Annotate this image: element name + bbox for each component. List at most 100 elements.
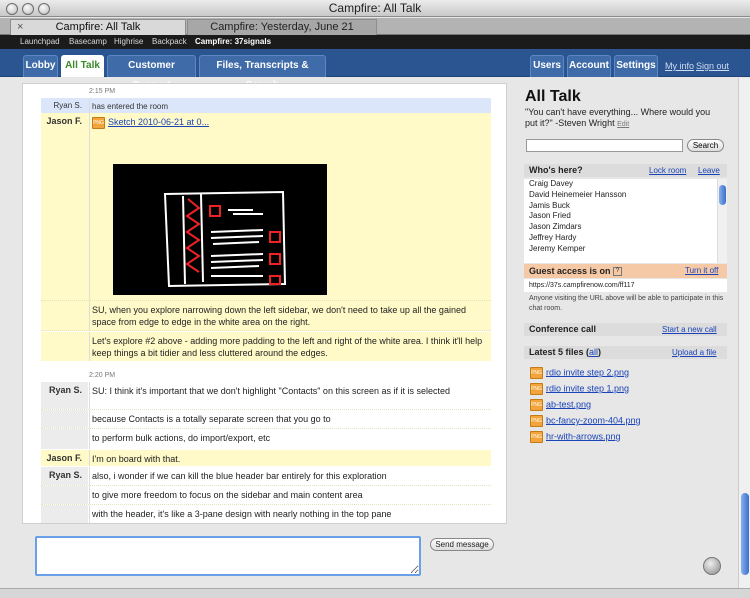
message-author-blank xyxy=(41,505,88,523)
guest-access-title: Guest access is on xyxy=(529,266,611,276)
search-button[interactable]: Search xyxy=(687,139,724,152)
message-input[interactable] xyxy=(35,536,421,576)
png-file-icon: PNG xyxy=(530,367,543,379)
zoom-icon[interactable] xyxy=(38,3,50,15)
file-name[interactable]: rdio invite step 2.png xyxy=(546,367,629,377)
png-file-icon: PNG xyxy=(92,116,105,129)
guest-url[interactable]: https://37s.campfirenow.com/ff117 xyxy=(524,279,727,292)
room-topic: "You can't have everything... Where woul… xyxy=(525,107,725,130)
search-input[interactable] xyxy=(526,139,683,152)
link-highrise[interactable]: Highrise xyxy=(114,35,143,49)
message-text: to perform bulk actions, do import/expor… xyxy=(89,429,491,449)
conference-call-header: Conference call Start a new call xyxy=(524,323,727,336)
turn-off-guest-link[interactable]: Turn it off xyxy=(685,264,718,278)
participant: Jeremy Kemper xyxy=(529,243,586,253)
timestamp: 2:20 PM xyxy=(89,372,116,379)
latest-files-paren: ) xyxy=(598,347,602,357)
message-author: Jason F. xyxy=(41,450,88,466)
browser-tab-label: Campfire: Yesterday, June 21 xyxy=(210,21,354,33)
status-bar xyxy=(0,588,750,598)
all-files-link[interactable]: all xyxy=(589,347,598,357)
tab-files-transcripts-search[interactable]: Files, Transcripts & Search xyxy=(199,55,326,91)
participant: Jeffrey Hardy xyxy=(529,232,577,242)
file-item[interactable]: PNG hr-with-arrows.png xyxy=(530,431,621,443)
tab-customer-support[interactable]: Customer Support xyxy=(107,55,196,91)
tab-account[interactable]: Account xyxy=(567,55,611,77)
tab-lobby[interactable]: Lobby xyxy=(23,55,58,77)
browser-window: Campfire: All Talk × Campfire: All Talk … xyxy=(0,0,750,598)
link-basecamp[interactable]: Basecamp xyxy=(69,35,107,49)
latest-files-title: Latest 5 files ( xyxy=(529,347,590,357)
send-message-button[interactable]: Send message xyxy=(430,538,494,551)
file-name[interactable]: rdio invite step 1.png xyxy=(546,383,629,393)
account-bar: Launchpad Basecamp Highrise Backpack Cam… xyxy=(0,35,750,49)
page-scrollbar[interactable] xyxy=(738,78,750,588)
close-tab-icon[interactable]: × xyxy=(17,20,23,35)
scroll-thumb[interactable] xyxy=(741,493,749,575)
latest-files-header: Latest 5 files (all) Upload a file xyxy=(524,346,727,359)
tab-users[interactable]: Users xyxy=(530,55,564,77)
png-file-icon: PNG xyxy=(530,431,543,443)
lock-room-link[interactable]: Lock room xyxy=(649,164,686,177)
message: Ryan S. SU: I think it's important that … xyxy=(41,382,491,410)
browser-tab-yesterday[interactable]: Campfire: Yesterday, June 21 xyxy=(187,19,377,35)
whos-here-title: Who's here? xyxy=(529,165,583,175)
participant: Jason Fried xyxy=(529,211,571,221)
message-text: Let's explore #2 above - adding more pad… xyxy=(89,332,491,361)
start-call-link[interactable]: Start a new call xyxy=(662,323,717,336)
sidebar: All Talk "You can't have everything... W… xyxy=(520,78,730,598)
message-author: Ryan S. xyxy=(41,382,88,409)
close-icon[interactable] xyxy=(6,3,18,15)
upload-file-link[interactable]: Upload a file xyxy=(672,346,716,359)
file-item[interactable]: PNG rdio invite step 2.png xyxy=(530,367,629,379)
file-item[interactable]: PNG rdio invite step 1.png xyxy=(530,383,629,395)
file-name[interactable]: hr-with-arrows.png xyxy=(546,431,621,441)
scroll-thumb[interactable] xyxy=(719,185,726,205)
sign-out-link[interactable]: Sign out xyxy=(696,61,729,71)
link-launchpad[interactable]: Launchpad xyxy=(20,35,60,49)
tab-settings[interactable]: Settings xyxy=(614,55,658,77)
message-text: with the header, it's like a 3-pane desi… xyxy=(89,505,491,523)
participant-list[interactable]: Craig Davey David Heinemeier Hansson Jam… xyxy=(524,179,727,263)
message-author-blank xyxy=(41,332,88,361)
participant-scrollbar[interactable] xyxy=(717,179,727,263)
browser-tab-all-talk[interactable]: × Campfire: All Talk xyxy=(10,19,186,35)
link-backpack[interactable]: Backpack xyxy=(152,35,187,49)
browser-tab-label: Campfire: All Talk xyxy=(55,21,141,33)
message: Let's explore #2 above - adding more pad… xyxy=(41,332,491,361)
file-name[interactable]: bc-fancy-zoom-404.png xyxy=(546,415,641,425)
message: to perform bulk actions, do import/expor… xyxy=(41,429,491,449)
message: SU, when you explore narrowing down the … xyxy=(41,301,491,331)
message-text: to give more freedom to focus on the sid… xyxy=(89,486,491,504)
message-author-blank xyxy=(41,301,88,330)
chat-transcript[interactable]: 2:15 PM Ryan S. has entered the room Jas… xyxy=(22,83,507,524)
link-campfire[interactable]: Campfire: 37signals xyxy=(195,35,271,49)
leave-link[interactable]: Leave xyxy=(698,164,720,177)
participant: David Heinemeier Hansson xyxy=(529,189,627,199)
tab-all-talk[interactable]: All Talk xyxy=(61,55,104,77)
sketch-drawing xyxy=(163,190,287,288)
file-link[interactable]: Sketch 2010-06-21 at 0... xyxy=(108,117,209,127)
file-item[interactable]: PNG bc-fancy-zoom-404.png xyxy=(530,415,641,427)
room-title: All Talk xyxy=(525,88,581,105)
file-item[interactable]: PNG ab-test.png xyxy=(530,399,591,411)
browser-tab-bar: × Campfire: All Talk Campfire: Yesterday… xyxy=(0,18,750,35)
edit-topic-link[interactable]: Edit xyxy=(617,121,629,128)
guest-access-header: Guest access is on ? Turn it off xyxy=(524,264,727,278)
sketch-image[interactable] xyxy=(113,164,327,295)
my-info-link[interactable]: My info xyxy=(665,61,694,71)
message: to give more freedom to focus on the sid… xyxy=(41,486,491,505)
help-icon[interactable]: ? xyxy=(613,267,623,277)
message-text: I'm on board with that. xyxy=(89,450,491,466)
participant: Jamis Buck xyxy=(529,200,570,210)
message-text: SU: I think it's important that we don't… xyxy=(89,382,491,409)
whos-here-header: Who's here? Lock room Leave xyxy=(524,164,727,177)
message-author: Ryan S. xyxy=(41,467,88,485)
message-upload: Jason F. PNG Sketch 2010-06-21 at 0... xyxy=(41,113,491,301)
title-bar: Campfire: All Talk xyxy=(0,0,750,17)
png-file-icon: PNG xyxy=(530,399,543,411)
participant: Jason Zimdars xyxy=(529,222,582,232)
file-name[interactable]: ab-test.png xyxy=(546,399,591,409)
message: Ryan S. also, i wonder if we can kill th… xyxy=(41,467,491,486)
minimize-icon[interactable] xyxy=(22,3,34,15)
